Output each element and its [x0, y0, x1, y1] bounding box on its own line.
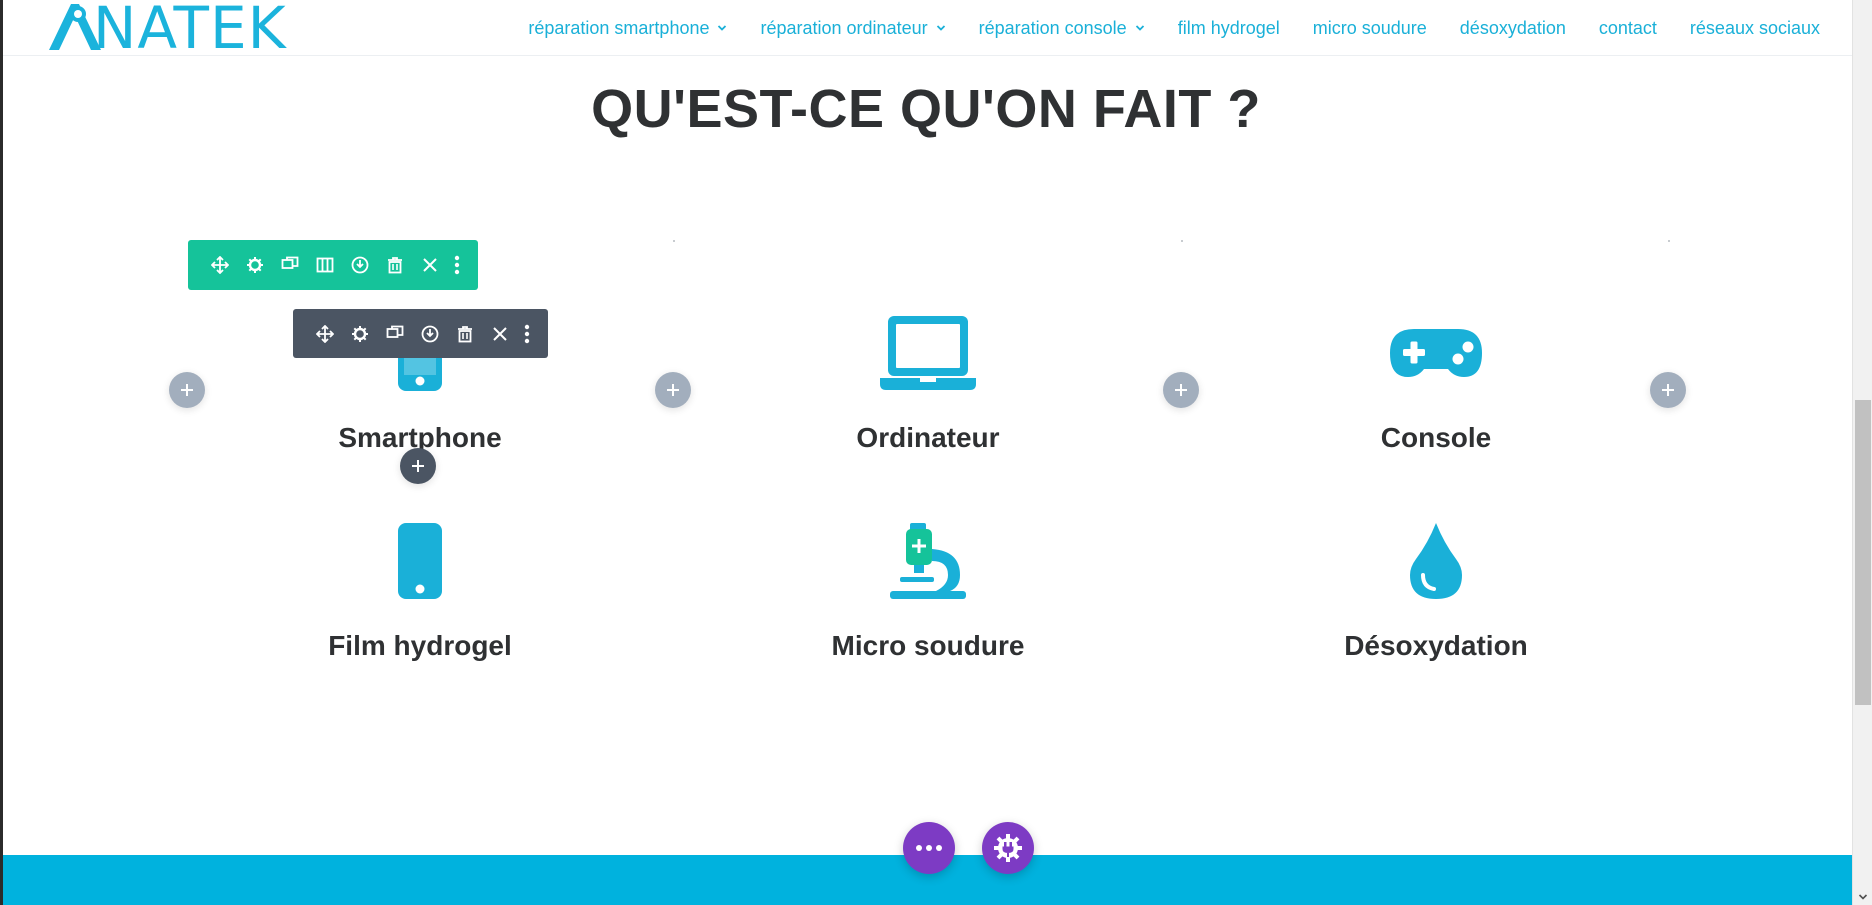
save-to-library-button[interactable] [342, 248, 377, 283]
column-marker [1668, 240, 1670, 242]
chevron-down-icon [1858, 893, 1868, 900]
plugin-settings-button[interactable] [982, 822, 1034, 874]
settings-icon [351, 325, 368, 342]
columns-button[interactable] [307, 248, 342, 283]
add-module-button[interactable] [400, 448, 436, 484]
add-column-button[interactable] [169, 372, 205, 408]
plus-icon [412, 460, 424, 472]
plus-icon [1175, 384, 1187, 396]
nav-item-contact[interactable]: contact [1599, 18, 1657, 39]
nav-item-desoxydation[interactable]: désoxydation [1460, 18, 1566, 39]
nav-item-micro-soudure[interactable]: micro soudure [1313, 18, 1427, 39]
service-label: Film hydrogel [328, 630, 512, 661]
add-column-button[interactable] [1163, 372, 1199, 408]
main-nav: réparation smartphone réparation ordinat… [495, 0, 1820, 56]
mobile-icon [365, 516, 475, 606]
service-film-hydrogel[interactable]: Film hydrogel [210, 516, 630, 662]
service-label: Micro soudure [831, 630, 1025, 661]
section-title: QU'EST-CE QU'ON FAIT ? [591, 79, 1261, 139]
nav-item-reparation-ordinateur[interactable]: réparation ordinateur [760, 18, 945, 39]
more-button[interactable] [447, 248, 467, 283]
microscope-icon [873, 516, 983, 606]
scroll-down-arrow[interactable] [1853, 888, 1872, 905]
site-header: NATEK réparation smartphone réparation o… [3, 0, 1852, 62]
service-label: Console [1380, 422, 1492, 453]
settings-icon [246, 257, 263, 273]
nav-item-reparation-smartphone[interactable]: réparation smartphone [528, 18, 727, 39]
vertical-scrollbar[interactable] [1852, 0, 1872, 905]
more-icon [454, 255, 460, 275]
logo-a-mark [49, 4, 101, 50]
duplicate-button[interactable] [377, 316, 412, 351]
move-icon [315, 324, 334, 343]
chevron-down-icon [718, 25, 727, 31]
nav-item-label: réparation ordinateur [760, 17, 928, 38]
logo-text: NATEK [93, 0, 287, 62]
nav-item-reseaux-sociaux[interactable]: réseaux sociaux [1690, 18, 1820, 39]
duplicate-icon [386, 325, 403, 338]
nav-item-label: film hydrogel [1177, 17, 1280, 38]
move-icon [210, 256, 229, 274]
nav-item-label: réparation console [978, 17, 1127, 38]
settings-button[interactable] [237, 248, 272, 283]
close-icon [492, 326, 507, 341]
nav-item-label: réparation smartphone [528, 17, 710, 38]
duplicate-button[interactable] [272, 248, 307, 283]
duplicate-icon [281, 256, 298, 269]
nav-item-film-hydrogel[interactable]: film hydrogel [1178, 18, 1280, 39]
close-icon [422, 258, 437, 272]
service-ordinateur[interactable]: Ordinateur [718, 308, 1138, 454]
nav-item-label: micro soudure [1312, 17, 1427, 38]
nav-item-reparation-console[interactable]: réparation console [979, 18, 1145, 39]
save-icon [421, 325, 438, 342]
plus-icon [181, 384, 193, 396]
save-to-library-button[interactable] [412, 316, 447, 351]
nav-item-label: réseaux sociaux [1689, 17, 1820, 38]
service-console[interactable]: Console [1226, 308, 1646, 454]
more-button[interactable] [517, 316, 537, 351]
service-label: Désoxydation [1344, 630, 1528, 661]
laptop-icon [873, 308, 983, 398]
close-button[interactable] [482, 316, 517, 351]
row-toolbar [188, 240, 478, 290]
move-button[interactable] [307, 316, 342, 351]
plus-icon [1662, 384, 1674, 396]
page-settings-menu-button[interactable] [903, 822, 955, 874]
nav-item-label: désoxydation [1459, 17, 1566, 38]
delete-button[interactable] [377, 248, 412, 283]
close-button[interactable] [412, 248, 447, 283]
delete-icon [457, 325, 472, 342]
plugin-settings-icon [994, 834, 1022, 862]
delete-icon [387, 257, 402, 274]
save-icon [351, 256, 368, 274]
module-toolbar [293, 309, 548, 358]
more-options-icon [916, 845, 942, 851]
chevron-down-icon [1135, 25, 1144, 31]
add-column-button[interactable] [655, 372, 691, 408]
move-button[interactable] [202, 248, 237, 283]
more-icon [524, 324, 530, 343]
column-marker [673, 240, 675, 242]
service-micro-soudure[interactable]: Micro soudure [718, 516, 1138, 662]
add-column-button[interactable] [1650, 372, 1686, 408]
settings-button[interactable] [342, 316, 377, 351]
chevron-down-icon [936, 25, 945, 31]
delete-button[interactable] [447, 316, 482, 351]
gamepad-icon [1381, 308, 1491, 398]
plus-icon [667, 384, 679, 396]
column-marker [1181, 240, 1183, 242]
columns-icon [316, 257, 333, 273]
site-logo[interactable]: NATEK [45, 0, 287, 62]
scrollbar-thumb[interactable] [1855, 400, 1871, 705]
service-label: Ordinateur [856, 422, 1000, 453]
water-drop-icon [1381, 516, 1491, 606]
service-desoxydation[interactable]: Désoxydation [1226, 516, 1646, 662]
nav-item-label: contact [1598, 17, 1657, 38]
